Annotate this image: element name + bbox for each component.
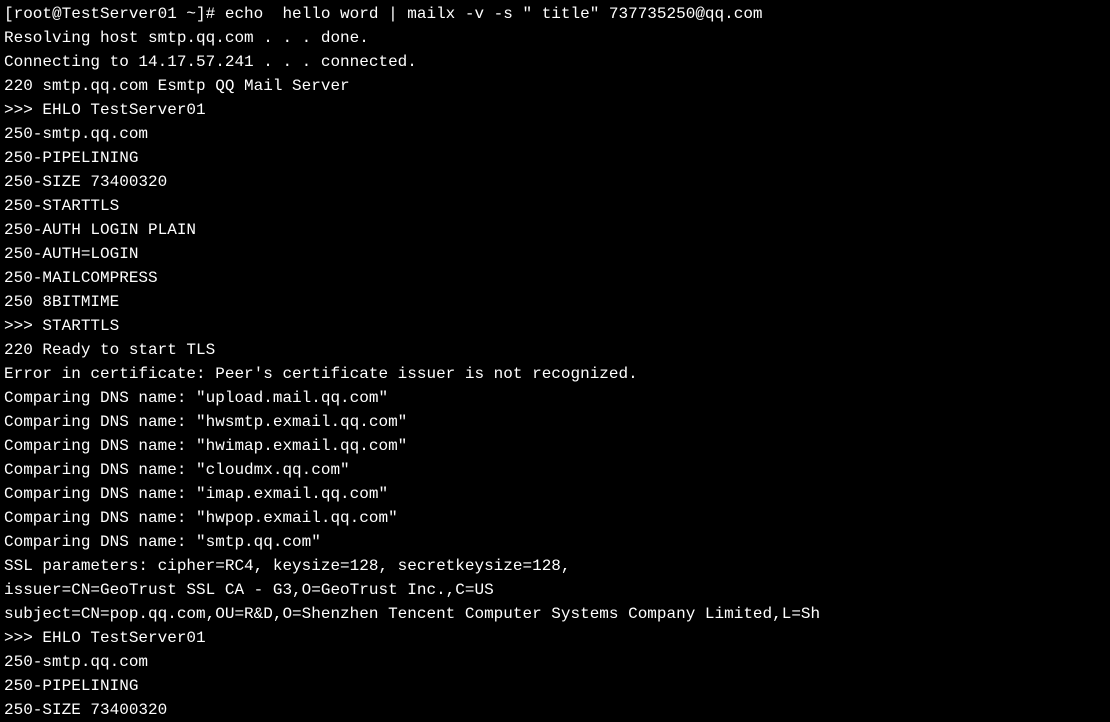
terminal-line-prompt: [root@TestServer01 ~]# echo hello word |… (4, 2, 1106, 26)
terminal-line: Comparing DNS name: "imap.exmail.qq.com" (4, 482, 1106, 506)
terminal-line: 250-SIZE 73400320 (4, 170, 1106, 194)
terminal-line: 220 smtp.qq.com Esmtp QQ Mail Server (4, 74, 1106, 98)
terminal-output[interactable]: [root@TestServer01 ~]# echo hello word |… (4, 2, 1106, 722)
terminal-line: 250-PIPELINING (4, 146, 1106, 170)
terminal-line: 220 Ready to start TLS (4, 338, 1106, 362)
terminal-line: 250-MAILCOMPRESS (4, 266, 1106, 290)
terminal-line: 250-AUTH LOGIN PLAIN (4, 218, 1106, 242)
terminal-line: 250-AUTH=LOGIN (4, 242, 1106, 266)
terminal-line: Comparing DNS name: "cloudmx.qq.com" (4, 458, 1106, 482)
terminal-line: 250-PIPELINING (4, 674, 1106, 698)
terminal-line: >>> EHLO TestServer01 (4, 98, 1106, 122)
terminal-line: subject=CN=pop.qq.com,OU=R&D,O=Shenzhen … (4, 602, 1106, 626)
terminal-line: 250-smtp.qq.com (4, 650, 1106, 674)
terminal-line: Error in certificate: Peer's certificate… (4, 362, 1106, 386)
terminal-line: 250-smtp.qq.com (4, 122, 1106, 146)
terminal-line: 250-SIZE 73400320 (4, 698, 1106, 722)
terminal-line: Comparing DNS name: "upload.mail.qq.com" (4, 386, 1106, 410)
terminal-line: >>> EHLO TestServer01 (4, 626, 1106, 650)
terminal-line: Comparing DNS name: "hwpop.exmail.qq.com… (4, 506, 1106, 530)
terminal-line: Comparing DNS name: "hwimap.exmail.qq.co… (4, 434, 1106, 458)
terminal-line: 250 8BITMIME (4, 290, 1106, 314)
terminal-line: Comparing DNS name: "smtp.qq.com" (4, 530, 1106, 554)
terminal-line: SSL parameters: cipher=RC4, keysize=128,… (4, 554, 1106, 578)
terminal-line: >>> STARTTLS (4, 314, 1106, 338)
terminal-line: 250-STARTTLS (4, 194, 1106, 218)
terminal-line: Connecting to 14.17.57.241 . . . connect… (4, 50, 1106, 74)
terminal-line: Resolving host smtp.qq.com . . . done. (4, 26, 1106, 50)
terminal-line: Comparing DNS name: "hwsmtp.exmail.qq.co… (4, 410, 1106, 434)
terminal-line: issuer=CN=GeoTrust SSL CA - G3,O=GeoTrus… (4, 578, 1106, 602)
